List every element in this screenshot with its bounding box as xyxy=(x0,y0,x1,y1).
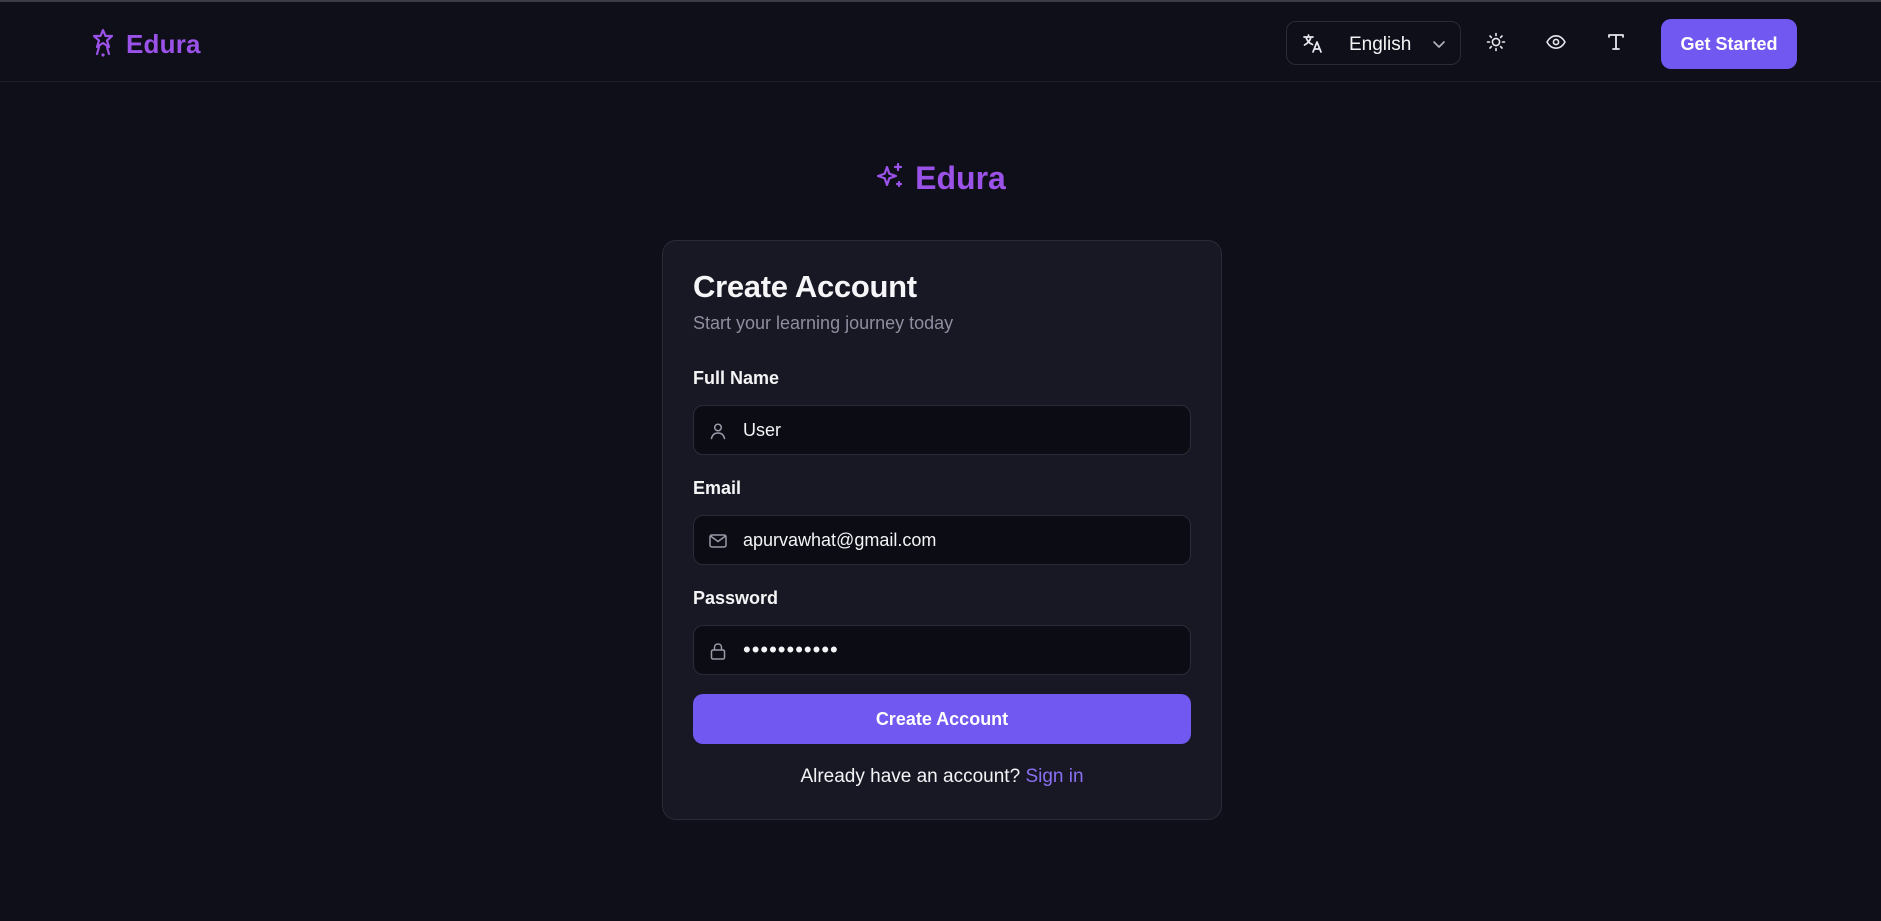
hero-brand: Edura xyxy=(0,158,1881,198)
get-started-button[interactable]: Get Started xyxy=(1661,19,1797,69)
full-name-input[interactable] xyxy=(743,406,1183,454)
accessibility-view-button[interactable] xyxy=(1536,24,1576,64)
signup-card: Create Account Start your learning journ… xyxy=(662,240,1222,820)
signin-prompt: Already have an account? xyxy=(800,766,1021,787)
form-title: Create Account xyxy=(693,269,917,304)
signin-link[interactable]: Sign in xyxy=(1025,766,1083,787)
sun-icon xyxy=(1485,31,1507,58)
hero-brand-name: Edura xyxy=(915,159,1006,196)
sparkles-icon xyxy=(875,161,905,196)
create-account-button[interactable]: Create Account xyxy=(693,694,1191,744)
brand-name: Edura xyxy=(126,28,201,59)
signin-row: Already have an account? Sign in xyxy=(663,766,1221,788)
theme-toggle-button[interactable] xyxy=(1476,24,1516,64)
email-input[interactable] xyxy=(743,516,1183,564)
password-field-wrapper xyxy=(693,625,1191,675)
email-field-wrapper xyxy=(693,515,1191,565)
type-icon xyxy=(1605,31,1627,58)
email-label: Email xyxy=(693,478,742,498)
translate-icon xyxy=(1302,32,1324,54)
eye-icon xyxy=(1545,31,1567,58)
language-label: English xyxy=(1349,34,1412,55)
font-size-button[interactable] xyxy=(1596,24,1636,64)
chevron-down-icon xyxy=(1431,36,1447,52)
top-navbar: Edura English Get Started xyxy=(0,2,1881,82)
form-subtitle: Start your learning journey today xyxy=(693,313,954,333)
language-selector[interactable]: English xyxy=(1286,21,1461,65)
password-input[interactable] xyxy=(743,626,1183,674)
brand-logo[interactable]: Edura xyxy=(90,24,201,64)
password-label: Password xyxy=(693,588,779,608)
full-name-field-wrapper xyxy=(693,405,1191,455)
star-person-icon xyxy=(90,26,116,63)
full-name-label: Full Name xyxy=(693,368,780,388)
